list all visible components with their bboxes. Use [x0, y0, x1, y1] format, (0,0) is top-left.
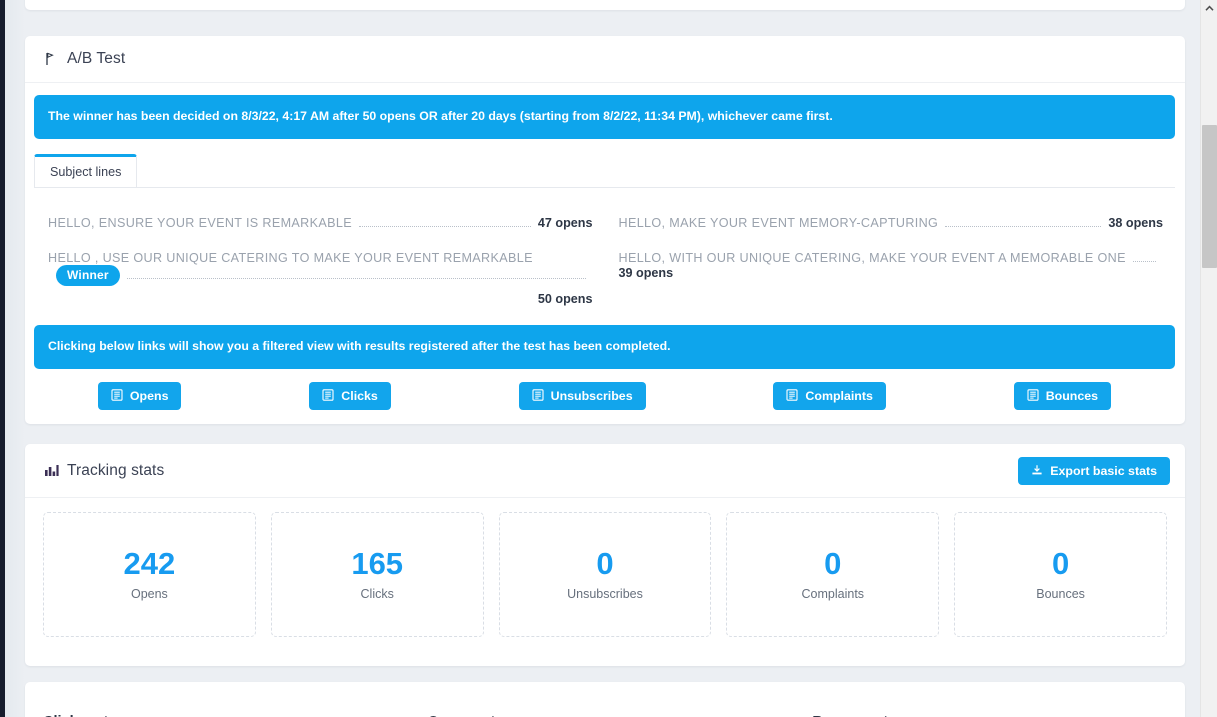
stat-value: 0 [1051, 546, 1070, 582]
subject-line-text: HELLO, ENSURE YOUR EVENT IS REMARKABLE [48, 216, 352, 230]
clicks-report-button[interactable]: Clicks [309, 382, 391, 411]
subject-row: HELLO , USE OUR UNIQUE CATERING TO MAKE … [34, 241, 1175, 316]
unsubscribes-report-label: Unsubscribes [550, 389, 633, 403]
ab-test-title: A/B Test [67, 50, 126, 67]
ab-test-card: A/B Test The winner has been decided on … [25, 36, 1185, 424]
subject-cell-winner: HELLO , USE OUR UNIQUE CATERING TO MAKE … [34, 241, 605, 316]
scroll-up-button[interactable] [1201, 0, 1217, 17]
sidebar-edge-gradient [5, 0, 25, 717]
page-root: A/B Test The winner has been decided on … [0, 0, 1217, 717]
dotted-leader [1132, 261, 1156, 262]
complaints-report-label: Complaints [805, 389, 873, 403]
stat-card-clicks[interactable]: 165 Clicks [270, 512, 484, 637]
report-link-buttons: Opens Clicks Unsubscribes Complaints Bou… [34, 382, 1175, 411]
filtered-view-notice: Clicking below links will show you a fil… [34, 325, 1175, 369]
tracking-stats-header: Tracking stats Export basic stats [25, 444, 1185, 498]
stat-card-unsubscribes[interactable]: 0 Unsubscribes [498, 512, 712, 637]
list-report-icon [786, 389, 798, 403]
bounces-report-button[interactable]: Bounces [1013, 382, 1112, 411]
stat-value: 0 [596, 546, 614, 582]
stat-label: Clicks [360, 586, 394, 601]
tracking-stats-card: Tracking stats Export basic stats 242 Op… [25, 444, 1185, 666]
ab-split-flag-icon [43, 51, 59, 67]
winner-alert-banner: The winner has been decided on 8/3/22, 4… [34, 95, 1175, 139]
subject-cell: HELLO, ENSURE YOUR EVENT IS REMARKABLE 4… [34, 206, 605, 241]
dotted-leader [358, 226, 531, 227]
stat-label: Unsubscribes [567, 586, 643, 601]
clicks-report-label: Clicks [341, 389, 378, 403]
stat-card-bounces[interactable]: 0 Bounces [954, 512, 1167, 637]
subject-open-count: 47 opens [537, 216, 593, 230]
subject-open-count: 50 opens [537, 292, 593, 306]
subject-row: HELLO, ENSURE YOUR EVENT IS REMARKABLE 4… [34, 206, 1175, 241]
list-report-icon [1027, 389, 1039, 403]
opens-report-button[interactable]: Opens [97, 382, 182, 411]
stat-label: Opens [130, 586, 168, 601]
filtered-view-notice-text: Clicking below links will show you a fil… [48, 339, 671, 353]
subject-line-text: HELLO, WITH OUR UNIQUE CATERING, MAKE YO… [618, 251, 1126, 265]
previous-card-partial [25, 0, 1185, 10]
tracking-stats-title: Tracking stats [67, 461, 165, 479]
subject-lines-grid: HELLO, ENSURE YOUR EVENT IS REMARKABLE 4… [34, 206, 1175, 318]
stat-label: Bounces [1036, 586, 1085, 601]
subject-cell: HELLO, MAKE YOUR EVENT MEMORY-CAPTURING … [605, 206, 1176, 241]
rates-card: Clicks rate 5.05% Opens rate 7.407% Boun… [25, 682, 1185, 717]
subject-line-text: HELLO, MAKE YOUR EVENT MEMORY-CAPTURING [618, 216, 939, 230]
winner-badge: Winner [56, 265, 120, 286]
subject-open-count: 39 opens [618, 266, 674, 280]
dotted-leader [126, 278, 586, 279]
export-basic-stats-label: Export basic stats [1050, 464, 1157, 478]
scrollbar-thumb[interactable] [1202, 125, 1217, 268]
tracking-stat-cards: 242 Opens 165 Clicks 0 Unsubscribes 0 Co… [43, 512, 1167, 637]
vertical-scrollbar[interactable] [1200, 0, 1217, 717]
unsubscribes-report-button[interactable]: Unsubscribes [518, 382, 646, 411]
opens-report-label: Opens [129, 389, 169, 403]
stat-value: 0 [824, 546, 842, 582]
list-report-icon [322, 389, 334, 403]
export-basic-stats-button[interactable]: Export basic stats [1018, 457, 1170, 486]
dotted-leader [945, 226, 1102, 227]
chevron-up-icon [1205, 5, 1214, 11]
subject-line-text: HELLO , USE OUR UNIQUE CATERING TO MAKE … [48, 251, 533, 265]
subject-cell: HELLO, WITH OUR UNIQUE CATERING, MAKE YO… [605, 241, 1176, 316]
subject-open-count: 38 opens [1108, 216, 1163, 230]
tab-subject-lines[interactable]: Subject lines [34, 154, 138, 187]
winner-alert-text: The winner has been decided on 8/3/22, 4… [48, 109, 833, 123]
bounces-report-label: Bounces [1045, 389, 1099, 403]
complaints-report-button[interactable]: Complaints [773, 382, 886, 411]
ab-test-card-header: A/B Test [25, 36, 1185, 83]
stat-card-opens[interactable]: 242 Opens [43, 512, 256, 637]
tab-subject-lines-label: Subject lines [50, 165, 122, 179]
main-content: A/B Test The winner has been decided on … [25, 0, 1190, 717]
list-report-icon [111, 389, 123, 403]
ab-test-tabs: Subject lines [34, 154, 1175, 188]
stat-value: 165 [351, 546, 404, 582]
list-report-icon [532, 389, 544, 403]
export-download-icon [1031, 464, 1043, 478]
rates-row: Clicks rate 5.05% Opens rate 7.407% Boun… [25, 682, 1185, 717]
stat-value: 242 [123, 546, 176, 582]
stat-card-complaints[interactable]: 0 Complaints [726, 512, 940, 637]
stat-label: Complaints [801, 586, 865, 601]
bar-chart-icon [43, 463, 59, 479]
